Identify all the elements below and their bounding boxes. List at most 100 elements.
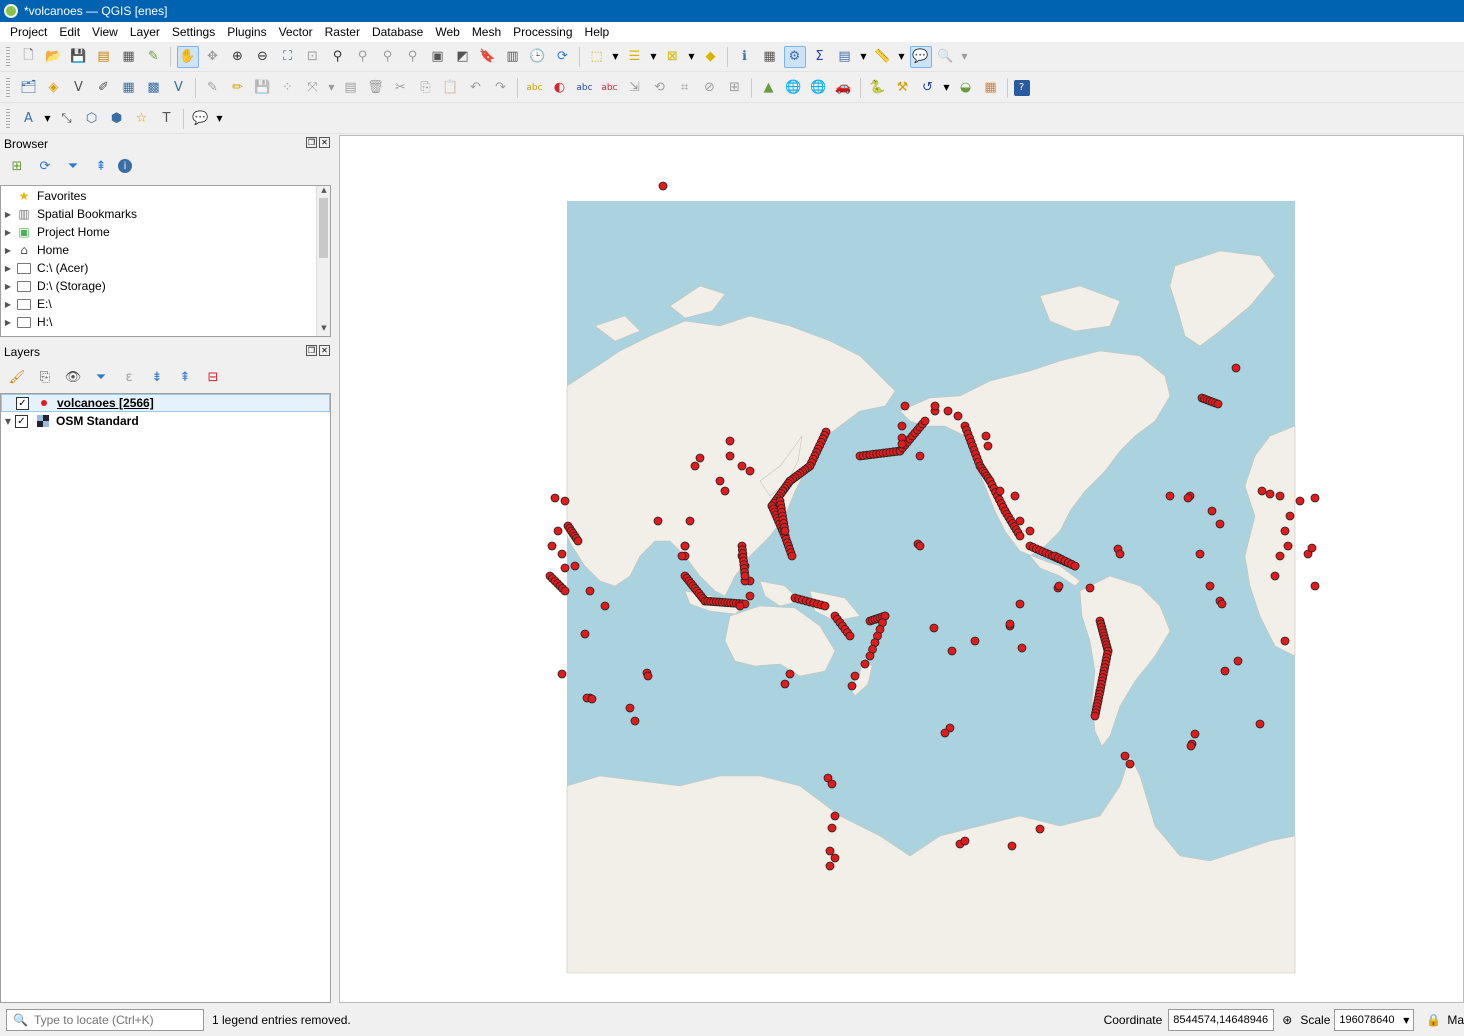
- volcano-point[interactable]: [825, 861, 835, 871]
- float-panel-icon[interactable]: ❐: [306, 137, 317, 148]
- pan-to-selection-icon[interactable]: ✥: [202, 46, 224, 68]
- statistical-summary-icon[interactable]: Σ: [809, 46, 831, 68]
- menu-settings[interactable]: Settings: [166, 25, 221, 39]
- filter-legend-icon[interactable]: ⏷: [90, 366, 112, 388]
- volcano-point[interactable]: [820, 601, 830, 611]
- add-selected-layers-icon[interactable]: ⊞: [6, 155, 28, 177]
- volcano-point[interactable]: [970, 636, 980, 646]
- volcano-point[interactable]: [953, 411, 963, 421]
- toolbar-grip[interactable]: [6, 46, 10, 67]
- browser-item-drive-e[interactable]: ▶ E:\: [1, 295, 330, 313]
- layer-row-osm-standard[interactable]: ▼ ✓ OSM Standard: [1, 412, 330, 430]
- add-delimited-text-icon[interactable]: ✐: [93, 77, 115, 99]
- locator-box[interactable]: 🔍: [6, 1009, 204, 1031]
- volcano-point[interactable]: [1070, 561, 1080, 571]
- open-field-calculator-icon[interactable]: ▤: [834, 46, 856, 68]
- volcano-point[interactable]: [690, 461, 700, 471]
- volcano-point[interactable]: [1265, 489, 1275, 499]
- remove-layer-icon[interactable]: ⊟: [202, 366, 224, 388]
- volcano-point[interactable]: [830, 853, 840, 863]
- undo-icon[interactable]: ↶: [465, 77, 487, 99]
- menu-vector[interactable]: Vector: [273, 25, 319, 39]
- volcano-point[interactable]: [930, 401, 940, 411]
- volcano-point[interactable]: [570, 561, 580, 571]
- volcano-point[interactable]: [653, 516, 663, 526]
- scroll-down-arrow-icon[interactable]: ▼: [317, 324, 330, 336]
- toggle-extents-icon[interactable]: ⊛: [1282, 1013, 1292, 1027]
- volcano-point[interactable]: [1280, 526, 1290, 536]
- select-features-icon[interactable]: ⬚: [586, 46, 608, 68]
- volcano-point[interactable]: [1190, 729, 1200, 739]
- dropdown-arrow-icon[interactable]: ▼: [687, 46, 697, 68]
- browser-item-project-home[interactable]: ▶ ▣ Project Home: [1, 223, 330, 241]
- browser-item-spatial-bookmarks[interactable]: ▶ ▥ Spatial Bookmarks: [1, 205, 330, 223]
- scale-field[interactable]: 196078640 ▼: [1334, 1009, 1415, 1031]
- volcano-point[interactable]: [557, 669, 567, 679]
- new-map-view-icon[interactable]: ▣: [427, 46, 449, 68]
- volcano-point[interactable]: [1215, 519, 1225, 529]
- volcano-point[interactable]: [585, 586, 595, 596]
- add-point-feature-icon[interactable]: ⁘: [277, 77, 299, 99]
- zoom-out-icon[interactable]: ⊖: [252, 46, 274, 68]
- volcano-point[interactable]: [845, 631, 855, 641]
- volcano-point[interactable]: [745, 466, 755, 476]
- menu-web[interactable]: Web: [429, 25, 465, 39]
- metasearch-icon[interactable]: 🌐: [783, 77, 805, 99]
- dropdown-arrow-icon[interactable]: ▼: [859, 46, 869, 68]
- volcano-point[interactable]: [1054, 581, 1064, 591]
- dropdown-arrow-icon[interactable]: ▼: [215, 108, 225, 130]
- expand-arrow-icon[interactable]: ▶: [1, 264, 15, 273]
- volcano-point[interactable]: [1270, 571, 1280, 581]
- volcano-point[interactable]: [1115, 549, 1125, 559]
- redo-icon[interactable]: ↷: [490, 77, 512, 99]
- highlight-pinned-labels-icon[interactable]: abc: [599, 77, 621, 99]
- dropdown-arrow-icon[interactable]: ▼: [327, 77, 337, 99]
- label-properties-icon[interactable]: ⊞: [724, 77, 746, 99]
- volcano-point[interactable]: [1015, 531, 1025, 541]
- filter-icon[interactable]: ⏷: [62, 155, 84, 177]
- pan-map-icon[interactable]: ✋: [176, 45, 199, 68]
- volcano-point[interactable]: [780, 679, 790, 689]
- volcano-point[interactable]: [1015, 516, 1025, 526]
- volcano-point[interactable]: [1205, 581, 1215, 591]
- volcano-point[interactable]: [850, 671, 860, 681]
- coordinate-field[interactable]: 8544574,14648946: [1168, 1009, 1275, 1031]
- grid-plugin-icon[interactable]: ▦: [980, 77, 1002, 99]
- volcano-point[interactable]: [1007, 841, 1017, 851]
- volcano-point[interactable]: [1257, 486, 1267, 496]
- layer-labeling-icon[interactable]: abc: [524, 77, 546, 99]
- volcano-point[interactable]: [1280, 636, 1290, 646]
- volcano-point[interactable]: [1220, 666, 1230, 676]
- volcano-point[interactable]: [630, 716, 640, 726]
- volcano-point[interactable]: [737, 461, 747, 471]
- delete-selected-icon[interactable]: 🗑: [365, 77, 387, 99]
- expand-arrow-icon[interactable]: ▶: [1, 282, 15, 291]
- trace-tool-icon[interactable]: ⤡: [56, 108, 78, 130]
- volcano-point[interactable]: [715, 476, 725, 486]
- vertex-tool-icon[interactable]: ⤧: [302, 77, 324, 99]
- add-virtual-layer-icon[interactable]: V: [168, 77, 190, 99]
- menu-help[interactable]: Help: [579, 25, 616, 39]
- volcano-point[interactable]: [920, 416, 930, 426]
- expand-all-icon[interactable]: ⇟: [146, 366, 168, 388]
- open-project-icon[interactable]: 📂: [43, 46, 65, 68]
- current-edits-icon[interactable]: ✎: [202, 77, 224, 99]
- volcano-point[interactable]: [940, 728, 950, 738]
- zoom-to-selection-icon[interactable]: ⊡: [302, 46, 324, 68]
- show-hide-labels-icon[interactable]: ⊘: [699, 77, 721, 99]
- menu-layer[interactable]: Layer: [124, 25, 166, 39]
- volcano-point[interactable]: [787, 551, 797, 561]
- change-label-icon[interactable]: ⌗: [674, 77, 696, 99]
- refresh-icon[interactable]: ⟳: [34, 155, 56, 177]
- dropdown-arrow-icon[interactable]: ▼: [897, 46, 907, 68]
- volcano-point[interactable]: [1085, 583, 1095, 593]
- layout-manager-icon[interactable]: ▦: [118, 46, 140, 68]
- volcano-point[interactable]: [560, 496, 570, 506]
- volcano-point[interactable]: [745, 591, 755, 601]
- close-panel-icon[interactable]: ✕: [319, 137, 330, 148]
- reload-plugin-icon[interactable]: ↺: [917, 77, 939, 99]
- qgis-cloud-icon[interactable]: 🚗: [833, 77, 855, 99]
- volcano-point[interactable]: [1017, 643, 1027, 653]
- volcano-point[interactable]: [995, 486, 1005, 496]
- filter-by-expression-icon[interactable]: ε: [118, 366, 140, 388]
